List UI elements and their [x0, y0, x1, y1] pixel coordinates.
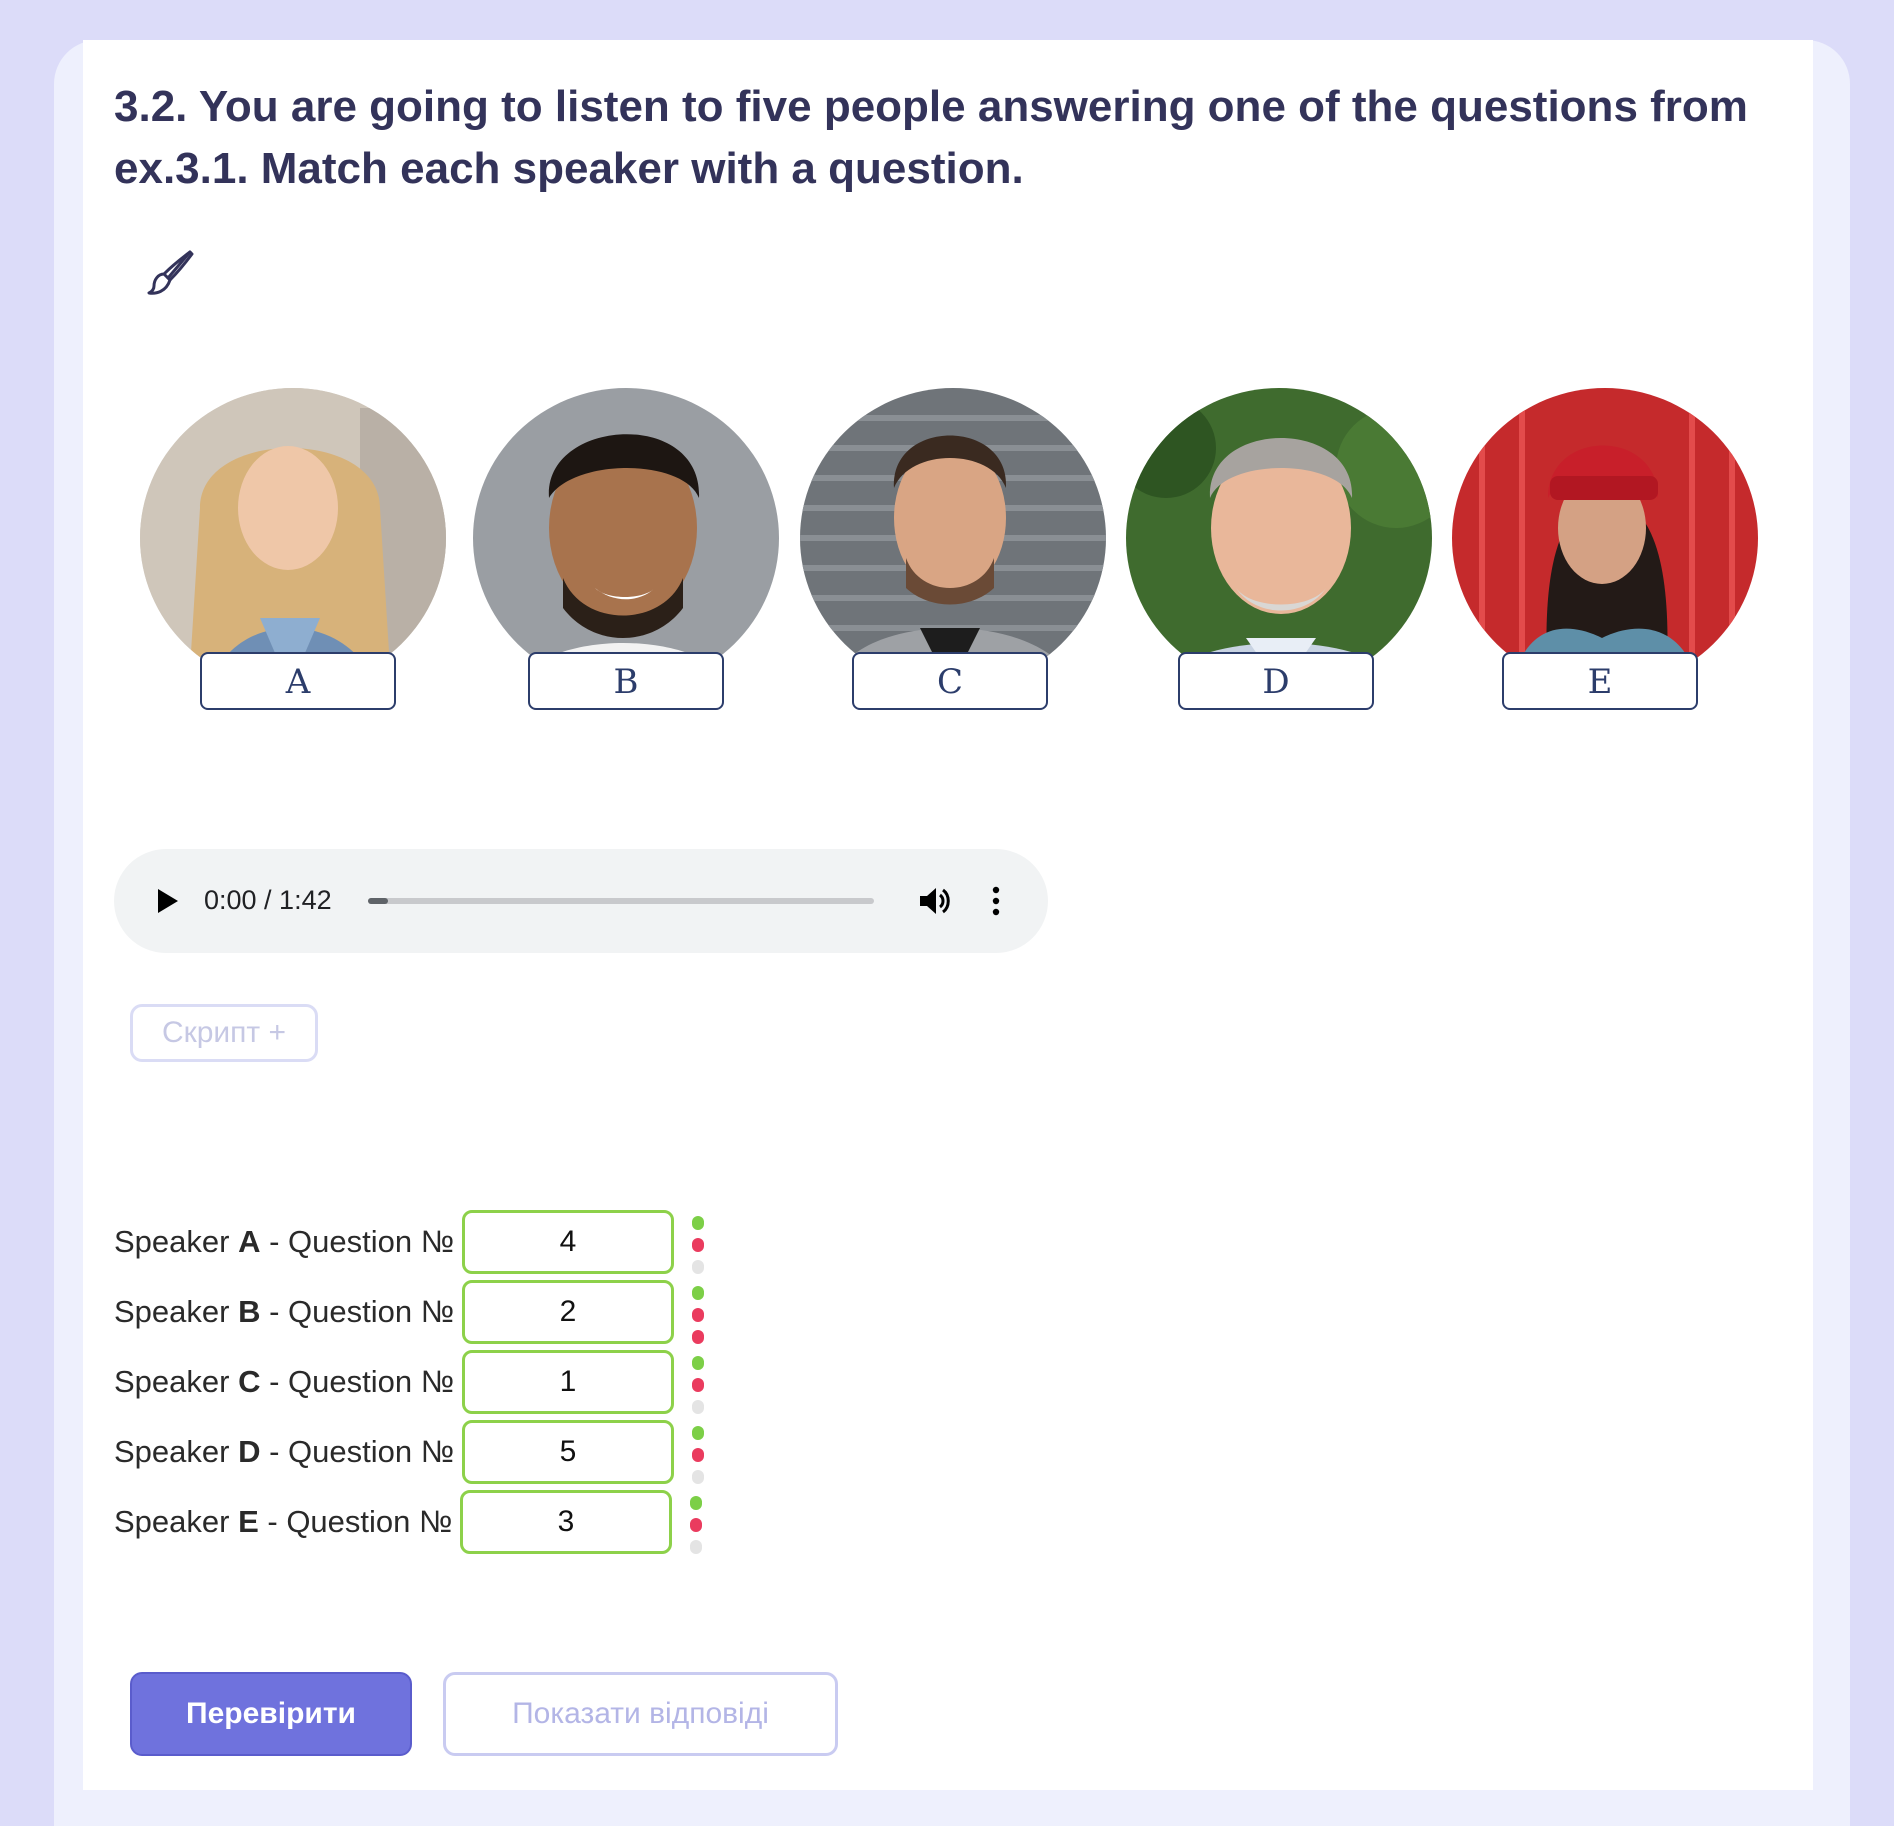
- status-dot-empty: [692, 1260, 704, 1274]
- status-dot-empty: [692, 1400, 704, 1414]
- speaker-e-photo: [1452, 388, 1758, 688]
- status-dot-wrong: [692, 1238, 704, 1252]
- script-toggle-button[interactable]: Скрипт +: [130, 1004, 318, 1062]
- speaker-a-photo: [140, 388, 446, 688]
- speaker-card-c: C: [800, 388, 1110, 714]
- play-icon[interactable]: [154, 887, 180, 915]
- speaker-b-label: B: [528, 652, 724, 710]
- status-dot-correct: [692, 1356, 704, 1370]
- audio-progress-bar[interactable]: [368, 898, 874, 904]
- answer-row-a: Speaker A - Question №: [114, 1210, 714, 1274]
- answer-row-label: Speaker B - Question №: [114, 1294, 454, 1329]
- speaker-e-label: E: [1502, 652, 1698, 710]
- audio-time: 0:00 / 1:42: [204, 885, 332, 915]
- audio-player[interactable]: 0:00 / 1:42: [114, 849, 1048, 953]
- status-dot-correct: [692, 1216, 704, 1230]
- answer-row-label: Speaker E - Question №: [114, 1504, 453, 1539]
- answer-row-label: Speaker D - Question №: [114, 1434, 454, 1469]
- status-dot-empty: [692, 1470, 704, 1484]
- answer-input-a[interactable]: [462, 1210, 674, 1274]
- speaker-card-e: E: [1452, 388, 1762, 714]
- answer-input-d[interactable]: [462, 1420, 674, 1484]
- answer-row-e: Speaker E - Question №: [114, 1490, 714, 1554]
- status-dot-empty: [690, 1540, 702, 1554]
- volume-icon[interactable]: [918, 885, 952, 917]
- status-dot-wrong: [690, 1518, 702, 1532]
- audio-progress-fill: [368, 898, 389, 904]
- check-button[interactable]: Перевірити: [130, 1672, 412, 1756]
- answer-input-b[interactable]: [462, 1280, 674, 1344]
- status-dot-correct: [690, 1496, 702, 1510]
- status-dot-correct: [692, 1286, 704, 1300]
- exercise-title: 3.2. You are going to listen to five peo…: [114, 82, 1748, 193]
- answer-row-c: Speaker C - Question №: [114, 1350, 714, 1414]
- status-dot-correct: [692, 1426, 704, 1440]
- status-dot-wrong: [692, 1308, 704, 1322]
- status-dot-wrong: [692, 1378, 704, 1392]
- speaker-card-d: D: [1126, 388, 1436, 714]
- show-answers-button[interactable]: Показати відповіді: [443, 1672, 838, 1756]
- speaker-c-label: C: [852, 652, 1048, 710]
- answer-row-b: Speaker B - Question №: [114, 1280, 714, 1344]
- answer-row-label: Speaker A - Question №: [114, 1224, 454, 1259]
- speaker-card-a: A: [140, 388, 450, 714]
- more-options-icon[interactable]: [992, 885, 1000, 917]
- answer-input-e[interactable]: [460, 1490, 672, 1554]
- status-dot-wrong: [692, 1448, 704, 1462]
- answer-row-d: Speaker D - Question №: [114, 1420, 714, 1484]
- speaker-b-photo: [473, 388, 779, 688]
- speaker-d-label: D: [1178, 652, 1374, 710]
- status-dot-wrong: [692, 1330, 704, 1344]
- speaker-c-photo: [800, 388, 1106, 688]
- brush-icon[interactable]: [146, 248, 196, 298]
- answer-input-c[interactable]: [462, 1350, 674, 1414]
- speaker-a-label: A: [200, 652, 396, 710]
- speaker-d-photo: [1126, 388, 1432, 688]
- speaker-card-b: B: [473, 388, 783, 714]
- answer-row-label: Speaker C - Question №: [114, 1364, 454, 1399]
